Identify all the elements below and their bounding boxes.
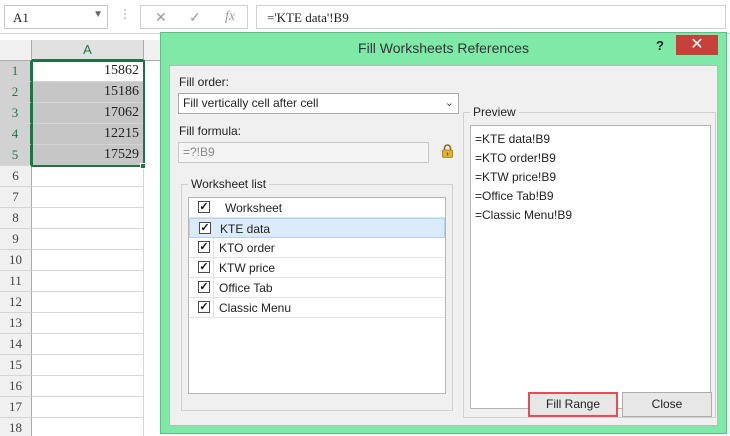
chevron-down-icon: ⌄ <box>444 97 454 109</box>
name-box[interactable]: A1 ▼ <box>4 5 108 29</box>
fill-formula-label: Fill formula: <box>179 124 242 138</box>
preview-line: =Office Tab!B9 <box>475 189 554 203</box>
dialog-body: Fill order: Fill vertically cell after c… <box>169 65 718 426</box>
row-header[interactable]: 15 <box>0 355 32 376</box>
preview-line: =KTO order!B9 <box>475 151 556 165</box>
preview-group: Preview =KTE data!B9 =KTO order!B9 =KTW pr… <box>463 105 716 418</box>
cell-a18[interactable] <box>32 418 144 436</box>
row-header[interactable]: 16 <box>0 376 32 397</box>
cell-a3[interactable]: 17062 <box>32 103 144 124</box>
fill-order-select[interactable]: Fill vertically cell after cell ⌄ <box>178 93 459 114</box>
cell-a15[interactable] <box>32 355 144 376</box>
select-all-checkbox[interactable]: ✓ <box>198 201 210 213</box>
cell-a4[interactable]: 12215 <box>32 124 144 145</box>
dialog-title: Fill Worksheets References <box>358 40 529 56</box>
formula-input[interactable]: ='KTE data'!B9 <box>256 5 726 29</box>
preview-line: =KTW price!B9 <box>475 170 557 184</box>
preview-label: Preview <box>470 105 519 119</box>
fill-formula-value: =?!B9 <box>183 145 215 159</box>
cell-a2[interactable]: 15186 <box>32 82 144 103</box>
cell-a17[interactable] <box>32 397 144 418</box>
row-header[interactable]: 3 <box>0 103 32 124</box>
formula-bar: A1 ▼ ⋮ ✕ ✓ fx ='KTE data'!B9 <box>0 0 730 34</box>
worksheet-header-label: Worksheet <box>225 201 283 215</box>
worksheet-checkbox[interactable]: ✓ <box>198 301 210 313</box>
row-header[interactable]: 12 <box>0 292 32 313</box>
worksheet-checkbox[interactable]: ✓ <box>199 222 211 234</box>
fill-order-label: Fill order: <box>179 75 230 89</box>
cell-a6[interactable] <box>32 166 144 187</box>
row-header[interactable]: 13 <box>0 313 32 334</box>
formula-buttons: ✕ ✓ fx <box>140 5 248 29</box>
worksheet-row[interactable]: ✓ KTE data <box>189 218 445 238</box>
preview-line: =Classic Menu!B9 <box>475 208 573 222</box>
worksheet-name: Classic Menu <box>219 301 292 315</box>
worksheet-checkbox[interactable]: ✓ <box>198 281 210 293</box>
cell-a8[interactable] <box>32 208 144 229</box>
worksheet-name: KTO order <box>219 241 275 255</box>
cell-a10[interactable] <box>32 250 144 271</box>
row-header[interactable]: 9 <box>0 229 32 250</box>
formula-bar-resize-handle[interactable]: ⋮ <box>119 7 131 21</box>
fill-handle[interactable] <box>140 163 146 169</box>
worksheet-list[interactable]: ✓ Worksheet ✓ KTE data ✓ KTO order ✓ KTW pric… <box>188 197 446 394</box>
lock-icon[interactable] <box>441 144 454 158</box>
row-header[interactable]: 14 <box>0 334 32 355</box>
preview-line: =KTE data!B9 <box>475 132 551 146</box>
fill-range-button[interactable]: Fill Range <box>528 392 618 417</box>
worksheet-header-row: ✓ Worksheet <box>189 198 445 218</box>
row-header[interactable]: 18 <box>0 418 32 436</box>
cell-a1[interactable]: 15862 <box>32 61 144 82</box>
worksheet-row[interactable]: ✓ Office Tab <box>189 278 445 298</box>
cell-a16[interactable] <box>32 376 144 397</box>
worksheet-name: KTW price <box>219 261 276 275</box>
cell-a14[interactable] <box>32 334 144 355</box>
worksheet-name: KTE data <box>220 222 271 236</box>
row-header[interactable]: 8 <box>0 208 32 229</box>
cell-a5[interactable]: 17529 <box>32 145 144 166</box>
fill-formula-field[interactable]: =?!B9 <box>178 142 429 163</box>
worksheet-list-group: Worksheet list ✓ Worksheet ✓ KTE data ✓ KTO… <box>181 177 453 411</box>
fill-order-value: Fill vertically cell after cell <box>183 96 319 110</box>
worksheet-name: Office Tab <box>219 281 273 295</box>
help-icon[interactable]: ? <box>656 38 664 53</box>
worksheet-row[interactable]: ✓ KTW price <box>189 258 445 278</box>
worksheet-checkbox[interactable]: ✓ <box>198 261 210 273</box>
row-header[interactable]: 4 <box>0 124 32 145</box>
row-header[interactable]: 2 <box>0 82 32 103</box>
cell-a12[interactable] <box>32 292 144 313</box>
cancel-icon[interactable]: ✕ <box>155 9 167 26</box>
cell-a13[interactable] <box>32 313 144 334</box>
row-header[interactable]: 17 <box>0 397 32 418</box>
row-header[interactable]: 10 <box>0 250 32 271</box>
check-icon[interactable]: ✓ <box>189 9 201 26</box>
cell-a7[interactable] <box>32 187 144 208</box>
select-all-corner[interactable] <box>0 40 32 61</box>
close-icon[interactable]: ✕ <box>676 35 718 55</box>
cell-a9[interactable] <box>32 229 144 250</box>
insert-function-icon[interactable]: fx <box>225 9 235 25</box>
close-button[interactable]: Close <box>622 392 712 417</box>
name-box-value: A1 <box>13 10 29 25</box>
chevron-down-icon[interactable]: ▼ <box>93 9 103 20</box>
worksheet-row[interactable]: ✓ KTO order <box>189 238 445 258</box>
formula-text: ='KTE data'!B9 <box>267 10 349 25</box>
fill-worksheets-references-dialog: Fill Worksheets References ? ✕ Fill orde… <box>160 32 727 434</box>
worksheet-row[interactable]: ✓ Classic Menu <box>189 298 445 318</box>
cell-a11[interactable] <box>32 271 144 292</box>
row-header[interactable]: 7 <box>0 187 32 208</box>
column-header-a[interactable]: A <box>32 40 144 61</box>
preview-list[interactable]: =KTE data!B9 =KTO order!B9 =KTW price!B9 =O… <box>470 125 711 409</box>
worksheet-checkbox[interactable]: ✓ <box>198 241 210 253</box>
row-header[interactable]: 11 <box>0 271 32 292</box>
row-header[interactable]: 1 <box>0 61 32 82</box>
row-header[interactable]: 6 <box>0 166 32 187</box>
worksheet-list-label: Worksheet list <box>188 177 270 191</box>
row-header[interactable]: 5 <box>0 145 32 166</box>
